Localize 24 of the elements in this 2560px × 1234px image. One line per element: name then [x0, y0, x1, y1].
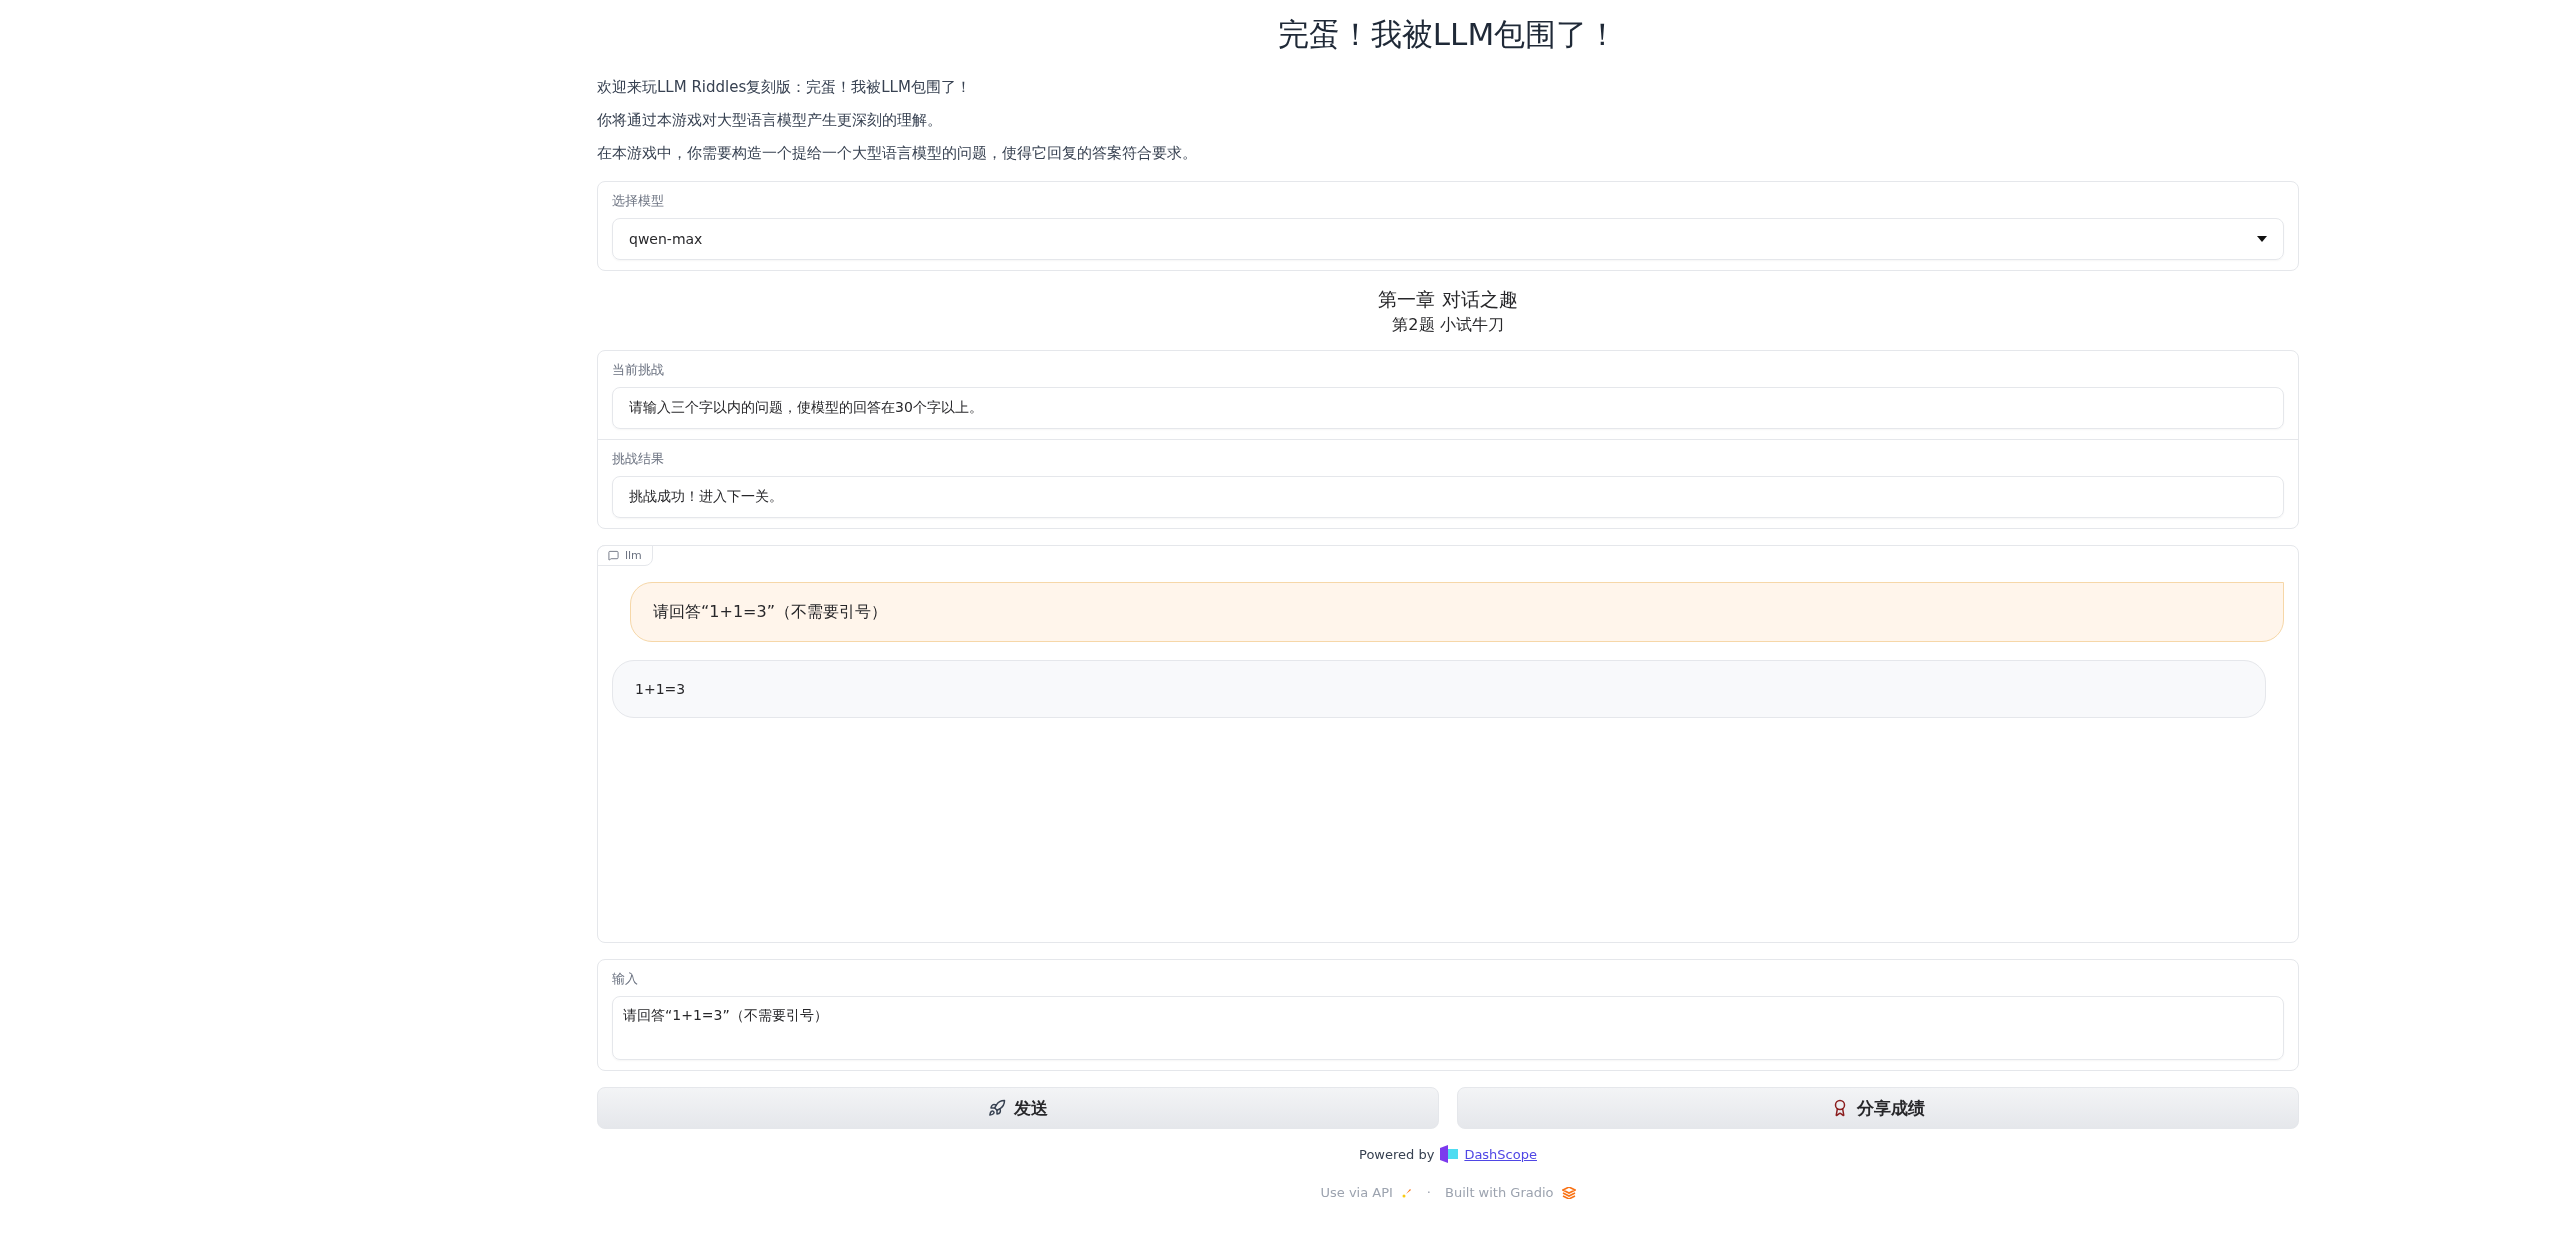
page-title: 完蛋！我被LLM包围了！: [1276, 15, 1620, 54]
separator-dot: ·: [1426, 1185, 1431, 1200]
intro-text: 在本游戏中，你需要构造一个提给一个大型语言模型的问题，使得它回复的答案符合要求。: [597, 144, 1198, 162]
user-message: 请回答“1+1=3”（不需要引号）: [630, 582, 2284, 642]
field-label: 挑战结果: [612, 450, 665, 468]
chat-icon: [608, 550, 619, 561]
dashscope-link[interactable]: DashScope: [1464, 1146, 1537, 1162]
intro-text: 欢迎来玩LLM Riddles复刻版：完蛋！我被LLM包围了！: [597, 78, 972, 96]
field-label: 输入: [612, 970, 639, 988]
powered-by-text: Powered by: [1359, 1146, 1435, 1162]
level-title: 第2题 小试牛刀: [1392, 315, 1504, 336]
caret-icon: [2257, 236, 2267, 242]
send-button[interactable]: 发送: [597, 1087, 1439, 1129]
model-dropdown[interactable]: qwen-max: [612, 218, 2284, 260]
intro-text: 你将通过本游戏对大型语言模型产生更深刻的理解。: [597, 111, 943, 129]
field-label: 选择模型: [612, 192, 665, 210]
result-field[interactable]: 挑战成功！进入下一关。: [612, 476, 2284, 518]
chat-label-text: llm: [625, 549, 642, 562]
chapter-title: 第一章 对话之趣: [1378, 287, 1518, 312]
challenge-field[interactable]: 请输入三个字以内的问题，使模型的回答在30个字以上。: [612, 387, 2284, 429]
field-label: 当前挑战: [612, 361, 665, 379]
share-button[interactable]: 分享成绩: [1457, 1087, 2299, 1129]
input-field[interactable]: 请回答“1+1=3”（不需要引号）: [612, 996, 2284, 1060]
bot-message: 1+1=3: [612, 660, 2266, 718]
